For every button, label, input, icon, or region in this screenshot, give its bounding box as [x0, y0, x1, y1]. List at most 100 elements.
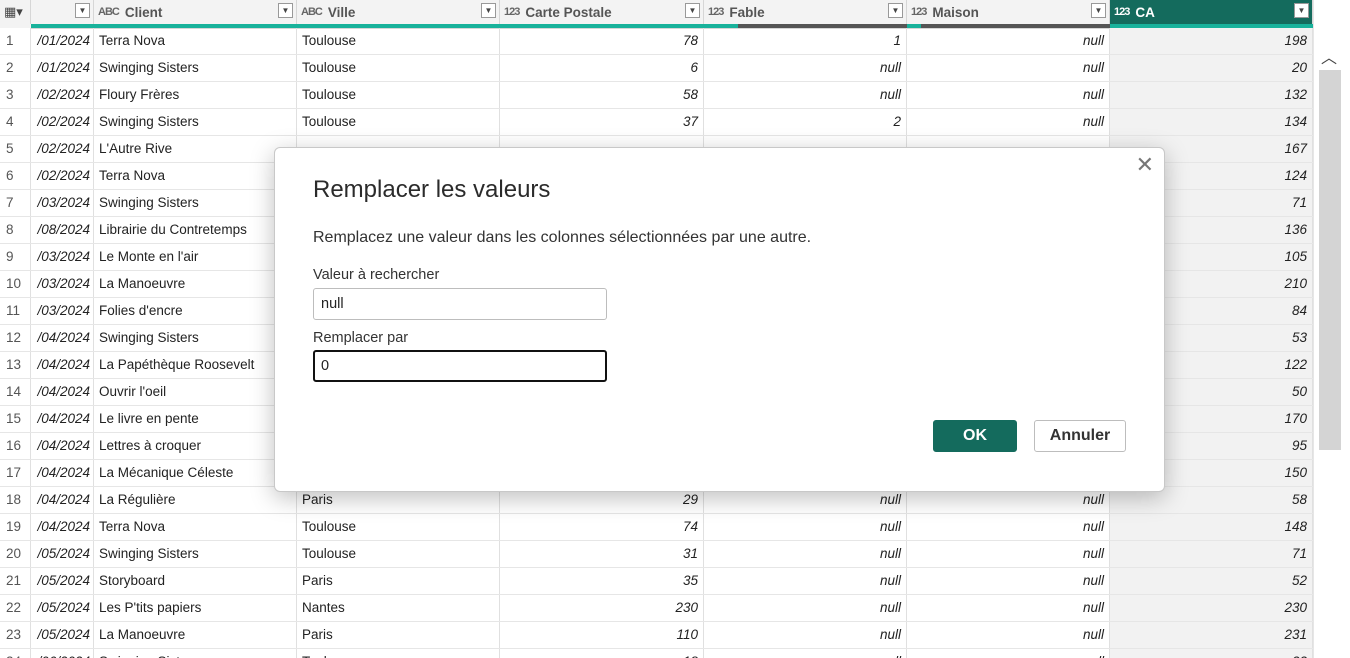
client-cell[interactable]: La Manoeuvre	[94, 622, 297, 648]
client-cell[interactable]: Storyboard	[94, 568, 297, 594]
date-cell[interactable]: /05/2024	[31, 568, 94, 594]
carte-postale-cell[interactable]: 58	[500, 82, 704, 108]
fable-cell[interactable]: 2	[704, 109, 907, 135]
maison-cell[interactable]: null	[907, 568, 1110, 594]
date-cell[interactable]: /04/2024	[31, 379, 94, 405]
cancel-button[interactable]: Annuler	[1034, 420, 1126, 452]
client-cell[interactable]: Swinging Sisters	[94, 190, 297, 216]
ville-cell[interactable]: Toulouse	[297, 649, 500, 658]
date-cell[interactable]: /03/2024	[31, 190, 94, 216]
fable-cell[interactable]: null	[704, 55, 907, 81]
date-cell[interactable]: /05/2024	[31, 541, 94, 567]
carte-postale-cell[interactable]: 31	[500, 541, 704, 567]
carte-postale-cell[interactable]: 78	[500, 28, 704, 54]
fable-cell[interactable]: null	[704, 595, 907, 621]
replace-with-input[interactable]	[313, 350, 607, 382]
client-cell[interactable]: Terra Nova	[94, 163, 297, 189]
ca-cell[interactable]: 134	[1110, 109, 1313, 135]
client-cell[interactable]: Terra Nova	[94, 28, 297, 54]
client-cell[interactable]: La Mécanique Céleste	[94, 460, 297, 486]
table-row[interactable]: 23/05/2024 La Manoeuvre Paris 110 null null 23…	[0, 622, 1313, 649]
maison-cell[interactable]: null	[907, 109, 1110, 135]
client-cell[interactable]: Swinging Sisters	[94, 649, 297, 658]
filter-dropdown-icon[interactable]: ▼	[685, 3, 700, 18]
maison-cell[interactable]: null	[907, 595, 1110, 621]
fable-cell[interactable]: null	[704, 649, 907, 658]
date-cell[interactable]: /03/2024	[31, 271, 94, 297]
filter-dropdown-icon[interactable]: ▼	[75, 3, 90, 18]
number-type-icon[interactable]: 123	[1114, 6, 1130, 18]
table-row[interactable]: 3/02/2024 Floury Frères Toulouse 58 null null…	[0, 82, 1313, 109]
carte-postale-cell[interactable]: 230	[500, 595, 704, 621]
table-row[interactable]: 1/01/2024 Terra Nova Toulouse 78 1 null 198	[0, 28, 1313, 55]
ca-cell[interactable]: 231	[1110, 622, 1313, 648]
column-header-ville[interactable]: ABC Ville ▼	[297, 0, 500, 24]
client-cell[interactable]: La Régulière	[94, 487, 297, 513]
table-row[interactable]: 21/05/2024 Storyboard Paris 35 null null 52	[0, 568, 1313, 595]
date-cell[interactable]: /04/2024	[31, 352, 94, 378]
fable-cell[interactable]: null	[704, 514, 907, 540]
column-header-ca[interactable]: 123 CA ▼	[1110, 0, 1313, 24]
client-cell[interactable]: Folies d'encre	[94, 298, 297, 324]
carte-postale-cell[interactable]: 18	[500, 649, 704, 658]
ville-cell[interactable]: Toulouse	[297, 28, 500, 54]
text-type-icon[interactable]: ABC	[98, 6, 120, 18]
table-row[interactable]: 2/01/2024 Swinging Sisters Toulouse 6 null nu…	[0, 55, 1313, 82]
column-header-date[interactable]: ▼	[31, 0, 94, 24]
client-cell[interactable]: Terra Nova	[94, 514, 297, 540]
fable-cell[interactable]: null	[704, 541, 907, 567]
ville-cell[interactable]: Paris	[297, 568, 500, 594]
ville-cell[interactable]: Toulouse	[297, 55, 500, 81]
date-cell[interactable]: /01/2024	[31, 28, 94, 54]
filter-dropdown-icon[interactable]: ▼	[1294, 3, 1309, 18]
client-cell[interactable]: L'Autre Rive	[94, 136, 297, 162]
ca-cell[interactable]: 71	[1110, 541, 1313, 567]
ca-cell[interactable]: 198	[1110, 28, 1313, 54]
filter-dropdown-icon[interactable]: ▼	[1091, 3, 1106, 18]
text-type-icon[interactable]: ABC	[301, 6, 323, 18]
client-cell[interactable]: Le livre en pente	[94, 406, 297, 432]
maison-cell[interactable]: null	[907, 55, 1110, 81]
client-cell[interactable]: Ouvrir l'oeil	[94, 379, 297, 405]
date-cell[interactable]: /04/2024	[31, 460, 94, 486]
chevron-up-icon[interactable]: ︿	[1321, 44, 1337, 68]
date-cell[interactable]: /02/2024	[31, 163, 94, 189]
scrollbar-thumb[interactable]	[1319, 70, 1341, 450]
client-cell[interactable]: Librairie du Contretemps	[94, 217, 297, 243]
column-header-client[interactable]: ABC Client ▼	[94, 0, 297, 24]
ca-cell[interactable]: 230	[1110, 595, 1313, 621]
filter-dropdown-icon[interactable]: ▼	[278, 3, 293, 18]
table-row[interactable]: 24/06/2024Swinging SistersToulouse18null…	[0, 649, 1313, 658]
filter-dropdown-icon[interactable]: ▼	[481, 3, 496, 18]
ca-cell[interactable]: 20	[1110, 55, 1313, 81]
client-cell[interactable]: Swinging Sisters	[94, 109, 297, 135]
fable-cell[interactable]: null	[704, 568, 907, 594]
carte-postale-cell[interactable]: 6	[500, 55, 704, 81]
number-type-icon[interactable]: 123	[911, 6, 927, 18]
date-cell[interactable]: /02/2024	[31, 82, 94, 108]
date-cell[interactable]: /08/2024	[31, 217, 94, 243]
table-row[interactable]: 22/05/2024 Les P'tits papiers Nantes 230 nul…	[0, 595, 1313, 622]
column-header-fable[interactable]: 123 Fable ▼	[704, 0, 907, 24]
carte-postale-cell[interactable]: 110	[500, 622, 704, 648]
maison-cell[interactable]: null	[907, 541, 1110, 567]
client-cell[interactable]: Le Monte en l'air	[94, 244, 297, 270]
table-menu-icon[interactable]: ▦▾	[0, 0, 31, 24]
date-cell[interactable]: /05/2024	[31, 622, 94, 648]
client-cell[interactable]: Les P'tits papiers	[94, 595, 297, 621]
fable-cell[interactable]: null	[704, 82, 907, 108]
carte-postale-cell[interactable]: 35	[500, 568, 704, 594]
date-cell[interactable]: /04/2024	[31, 406, 94, 432]
date-cell[interactable]: /03/2024	[31, 244, 94, 270]
date-cell[interactable]: /06/2024	[31, 649, 94, 658]
maison-cell[interactable]: null	[907, 514, 1110, 540]
close-icon[interactable]: ✕	[1136, 152, 1154, 178]
filter-dropdown-icon[interactable]: ▼	[888, 3, 903, 18]
client-cell[interactable]: Swinging Sisters	[94, 55, 297, 81]
maison-cell[interactable]: null	[907, 649, 1110, 658]
client-cell[interactable]: La Manoeuvre	[94, 271, 297, 297]
maison-cell[interactable]: null	[907, 28, 1110, 54]
date-cell[interactable]: /02/2024	[31, 109, 94, 135]
date-cell[interactable]: /03/2024	[31, 298, 94, 324]
ville-cell[interactable]: Paris	[297, 622, 500, 648]
